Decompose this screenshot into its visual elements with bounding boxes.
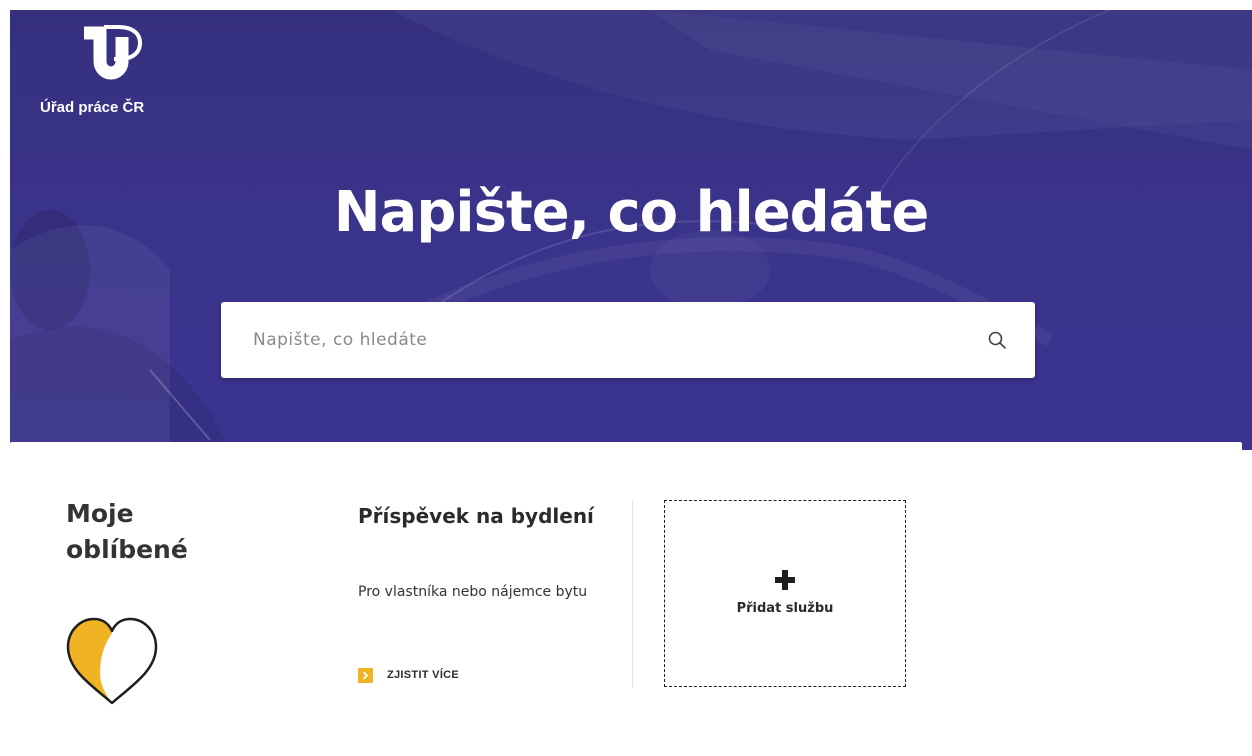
hero-banner: Úřad práce ČR Napište, co hledáte (10, 10, 1252, 450)
search-icon[interactable] (987, 330, 1007, 350)
brand-logo[interactable]: Úřad práce ČR (40, 23, 170, 123)
favorites-title-line2: oblíbené (66, 535, 188, 564)
service-card-description: Pro vlastníka nebo nájemce bytu (358, 584, 588, 600)
favorites-title: Moje oblíbené (66, 496, 266, 568)
search-input[interactable] (253, 320, 953, 360)
urad-prace-logo-icon (84, 25, 142, 80)
add-service-label: Přidat službu (736, 601, 834, 616)
add-service-button[interactable]: Přidat službu (664, 500, 906, 687)
heart-icon (66, 617, 158, 705)
brand-logo-text: Úřad práce ČR (40, 99, 145, 116)
hero-title: Napište, co hledáte (333, 180, 930, 245)
chevron-right-icon (358, 667, 373, 683)
search-box (221, 302, 1035, 378)
favorites-title-line1: Moje (66, 499, 134, 528)
learn-more-label: ZJISTIT VÍCE (387, 669, 460, 681)
page: Úřad práce ČR Napište, co hledáte Moje o… (10, 10, 1252, 756)
plus-icon (775, 570, 795, 590)
divider (632, 500, 633, 688)
service-card-title[interactable]: Příspěvek na bydlení (358, 504, 594, 528)
favorites-panel: Moje oblíbené Příspěvek na bydlení Pro v… (10, 442, 1242, 756)
learn-more-link[interactable]: ZJISTIT VÍCE (358, 666, 459, 684)
